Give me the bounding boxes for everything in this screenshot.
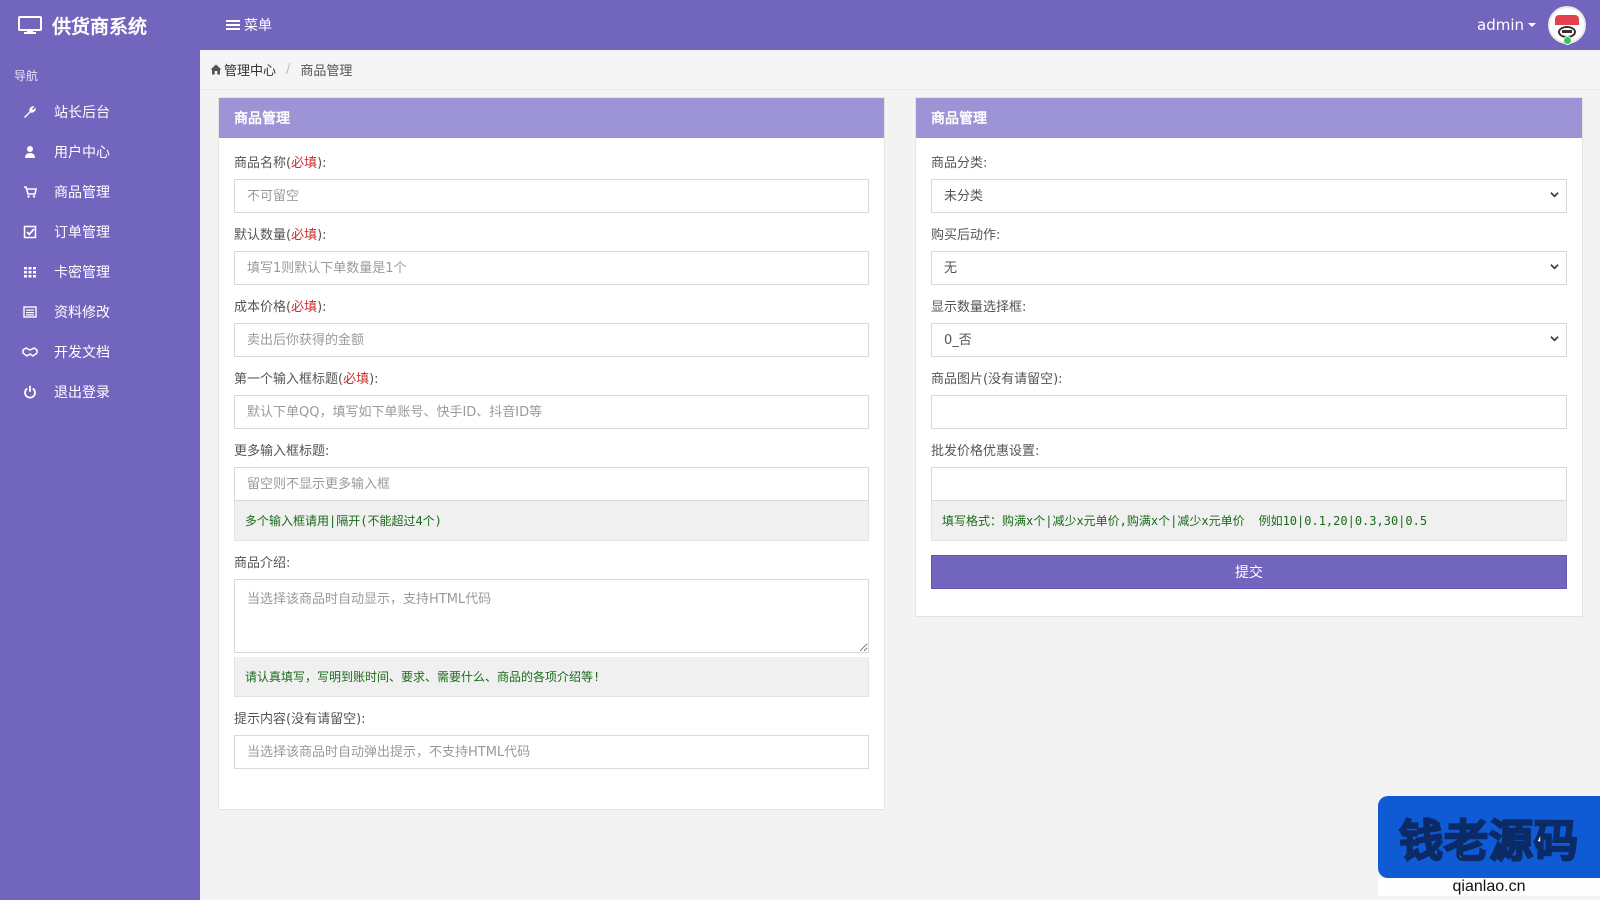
panel-title: 商品管理: [916, 98, 1582, 138]
sidebar-item-logout[interactable]: 退出登录: [0, 372, 200, 412]
product-name-input[interactable]: [234, 179, 869, 213]
cart-icon: [24, 186, 37, 198]
product-intro-textarea[interactable]: [234, 579, 869, 653]
home-icon: [210, 64, 222, 75]
more-inputs-title-input[interactable]: [234, 467, 869, 501]
required-mark: 必填: [343, 372, 370, 387]
field-label: 提示内容(没有请留空):: [234, 712, 366, 727]
field-label: 默认数量(必填):: [234, 228, 327, 243]
product-image-input[interactable]: [931, 395, 1567, 429]
sidebar-item-user-center[interactable]: 用户中心: [0, 132, 200, 172]
first-input-title-input[interactable]: [234, 395, 869, 429]
field-label: 商品图片(没有请留空):: [931, 372, 1063, 387]
sidebar-item-admin[interactable]: 站长后台: [0, 92, 200, 132]
default-qty-input[interactable]: [234, 251, 869, 285]
sidebar-item-dev-docs[interactable]: 开发文档: [0, 332, 200, 372]
watermark-badge: 钱老源码: [1378, 796, 1600, 878]
field-label: 成本价格(必填):: [234, 300, 327, 315]
required-mark: 必填: [291, 228, 318, 243]
hamburger-icon: [226, 18, 240, 32]
field-product-intro: 商品介绍: 请认真填写，写明到账时间、要求、需要什么、商品的各项介绍等!: [234, 555, 869, 697]
user-name: admin: [1477, 16, 1524, 34]
field-category: 商品分类: 未分类: [931, 155, 1567, 213]
watermark-url: qianlao.cn: [1378, 878, 1600, 896]
field-product-name: 商品名称(必填):: [234, 155, 869, 213]
field-product-image: 商品图片(没有请留空):: [931, 371, 1567, 429]
sidebar: 导航 站长后台 用户中心 商品管理 订单管理 卡密管理 资料修改 开发文档 退出…: [0, 50, 200, 900]
watermark-text: 钱老源码: [1398, 815, 1579, 868]
nav-heading: 导航: [14, 69, 39, 83]
help-example: 例如10|0.1,20|0.3,30|0.5: [1258, 514, 1428, 528]
help-text: 多个输入框请用|隔开(不能超过4个): [234, 501, 869, 541]
sidebar-item-label: 站长后台: [54, 105, 110, 121]
panel-title: 商品管理: [219, 98, 884, 138]
user-icon: [25, 146, 35, 158]
tip-content-input[interactable]: [234, 735, 869, 769]
sidebar-item-label: 资料修改: [54, 305, 110, 321]
field-after-buy: 购买后动作: 无: [931, 227, 1567, 285]
wrench-icon: [24, 106, 36, 118]
cost-price-input[interactable]: [234, 323, 869, 357]
field-default-qty: 默认数量(必填):: [234, 227, 869, 285]
field-label: 商品介绍:: [234, 556, 291, 571]
field-first-input-title: 第一个输入框标题(必填):: [234, 371, 869, 429]
sidebar-item-label: 商品管理: [54, 185, 110, 201]
field-label: 显示数量选择框:: [931, 300, 1027, 315]
field-more-inputs: 更多输入框标题: 多个输入框请用|隔开(不能超过4个): [234, 443, 869, 541]
after-buy-action-select[interactable]: 无: [931, 251, 1567, 285]
power-icon: [24, 385, 36, 399]
check-square-icon: [23, 225, 37, 239]
field-label: 更多输入框标题:: [234, 444, 330, 459]
caret-down-icon: [1528, 23, 1536, 27]
watermark-logo: 钱老源码 qianlao.cn: [1378, 796, 1600, 900]
breadcrumb-current: 商品管理: [300, 64, 353, 79]
product-form-panel-right: 商品管理 商品分类: 未分类 购买后动作: 无 显示数量选择框: 0_否 商品图…: [915, 97, 1583, 617]
app-title: 供货商系统: [52, 15, 148, 38]
breadcrumb-home-link[interactable]: 管理中心: [224, 60, 276, 79]
help-format: 填写格式：购满x个|减少x元单价,购满x个|减少x元单价: [942, 514, 1245, 528]
sidebar-item-products[interactable]: 商品管理: [0, 172, 200, 212]
sidebar-item-label: 退出登录: [54, 385, 110, 401]
sidebar-item-label: 用户中心: [54, 145, 110, 161]
sidebar-item-label: 卡密管理: [54, 265, 110, 281]
field-label: 商品名称(必填):: [234, 156, 327, 171]
brand[interactable]: 供货商系统: [0, 0, 200, 50]
user-menu[interactable]: admin: [1477, 0, 1586, 50]
top-bar: 供货商系统 菜单 admin: [0, 0, 1600, 50]
field-label: 批发价格优惠设置:: [931, 444, 1040, 459]
required-mark: 必填: [291, 300, 318, 315]
help-text: 请认真填写，写明到账时间、要求、需要什么、商品的各项介绍等!: [234, 657, 869, 697]
list-icon: [23, 306, 37, 318]
field-wholesale: 批发价格优惠设置: 填写格式：购满x个|减少x元单价,购满x个|减少x元单价 例…: [931, 443, 1567, 541]
grid-icon: [24, 267, 36, 278]
field-label: 第一个输入框标题(必填):: [234, 372, 379, 387]
field-label: 购买后动作:: [931, 228, 1001, 243]
menu-label: 菜单: [244, 18, 272, 34]
category-select[interactable]: 未分类: [931, 179, 1567, 213]
field-cost-price: 成本价格(必填):: [234, 299, 869, 357]
sidebar-item-orders[interactable]: 订单管理: [0, 212, 200, 252]
field-tip-content: 提示内容(没有请留空):: [234, 711, 869, 769]
help-text: 填写格式：购满x个|减少x元单价,购满x个|减少x元单价 例如10|0.1,20…: [931, 501, 1567, 541]
submit-button[interactable]: 提交: [931, 555, 1567, 589]
handshake-icon: [22, 347, 38, 357]
breadcrumb: 管理中心 / 商品管理: [200, 50, 1600, 90]
wholesale-settings-input[interactable]: [931, 467, 1567, 501]
sidebar-item-profile[interactable]: 资料修改: [0, 292, 200, 332]
sidebar-item-label: 开发文档: [54, 345, 110, 361]
qty-selector-select[interactable]: 0_否: [931, 323, 1567, 357]
product-form-panel-left: 商品管理 商品名称(必填): 默认数量(必填): 成本价格(必填): 第一个输入…: [218, 97, 885, 810]
sidebar-item-card-keys[interactable]: 卡密管理: [0, 252, 200, 292]
online-status-dot: [1563, 36, 1572, 45]
field-label: 商品分类:: [931, 156, 988, 171]
monitor-icon: [18, 16, 42, 34]
sidebar-item-label: 订单管理: [54, 225, 110, 241]
menu-toggle-button[interactable]: 菜单: [226, 0, 272, 50]
breadcrumb-separator: /: [286, 62, 291, 77]
required-mark: 必填: [291, 156, 318, 171]
field-qty-selector: 显示数量选择框: 0_否: [931, 299, 1567, 357]
